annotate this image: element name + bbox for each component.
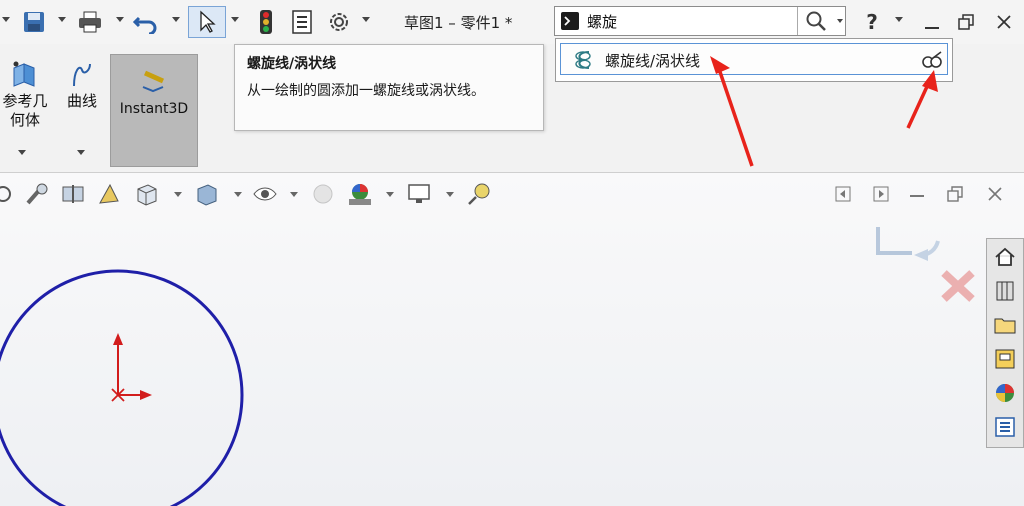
task-pane-tabs [986, 238, 1024, 448]
helix-icon [571, 48, 597, 72]
view-settings-dropdown[interactable] [446, 192, 454, 197]
help-dropdown-arrow[interactable] [895, 17, 903, 22]
instant3d-button[interactable]: Instant3D [110, 54, 198, 167]
reference-geometry-dropdown[interactable] [18, 150, 26, 155]
select-icon[interactable] [188, 6, 226, 38]
options-dropdown-arrow[interactable] [362, 17, 370, 22]
appearances-scenes-icon[interactable] [991, 379, 1019, 407]
next-view-icon[interactable] [872, 185, 890, 203]
file-explorer-folder-icon[interactable] [991, 311, 1019, 339]
help-icon[interactable]: ? [858, 8, 886, 36]
save-icon[interactable] [20, 8, 48, 36]
edit-appearance-icon[interactable] [310, 181, 336, 207]
document-title: 草图1 – 零件1 * [404, 14, 513, 32]
confirmation-corner [876, 227, 975, 302]
chevron-down-icon [836, 19, 843, 23]
instant3d-icon [141, 69, 167, 93]
viewport-restore-icon[interactable] [946, 185, 964, 203]
solidworks-resources-home-icon[interactable] [991, 243, 1019, 271]
apply-scene-dropdown[interactable] [386, 192, 394, 197]
save-dropdown-arrow[interactable] [58, 17, 66, 22]
custom-properties-icon[interactable] [991, 413, 1019, 441]
design-library-icon[interactable] [991, 277, 1019, 305]
instant3d-label: Instant3D [119, 101, 189, 117]
view-settings-monitor-icon[interactable] [406, 181, 432, 207]
viewport-minimize-icon[interactable] [910, 195, 924, 197]
measure-tape-icon[interactable] [466, 181, 492, 207]
print-dropdown-arrow[interactable] [116, 17, 124, 22]
curves-label[interactable]: 曲线 [60, 92, 104, 111]
annotation-arrows [710, 56, 938, 167]
undo-dropdown-arrow[interactable] [172, 17, 180, 22]
print-icon[interactable] [76, 8, 104, 36]
rebuild-icon[interactable] [252, 8, 280, 36]
cancel-sketch-icon[interactable] [941, 270, 975, 302]
curves-icon[interactable] [68, 60, 96, 90]
annotation-arrow-to-result [710, 56, 754, 167]
view-palette-icon[interactable] [991, 345, 1019, 373]
tooltip-description: 从一绘制的圆添加一螺旋线或涡状线。 [247, 83, 485, 99]
helix-tooltip: 螺旋线/涡状线 从一绘制的圆添加一螺旋线或涡状线。 [234, 44, 544, 131]
undo-icon[interactable] [132, 8, 160, 36]
sketch-circle[interactable] [0, 269, 244, 506]
select-dropdown-arrow[interactable] [231, 17, 239, 22]
search-options-dropdown[interactable] [833, 7, 846, 35]
curves-dropdown[interactable] [77, 150, 85, 155]
file-properties-icon[interactable] [288, 8, 316, 36]
search-button[interactable] [797, 7, 834, 35]
options-gear-icon[interactable] [325, 8, 353, 36]
exit-sketch-icon[interactable] [876, 227, 940, 261]
previous-view-icon[interactable] [834, 185, 852, 203]
apply-scene-icon[interactable] [346, 181, 372, 207]
reference-geometry-icon[interactable] [10, 60, 38, 90]
restore-icon[interactable] [952, 8, 980, 36]
command-search-icon [561, 12, 579, 30]
minimize-icon[interactable] [918, 8, 946, 36]
search-result-label: 螺旋线/涡状线 [605, 52, 701, 70]
command-search-box[interactable] [554, 6, 846, 36]
sketch-canvas [0, 269, 244, 506]
graphics-area[interactable] [0, 173, 1024, 506]
viewport-window-controls [830, 183, 1010, 207]
tooltip-title: 螺旋线/涡状线 [247, 56, 337, 72]
magnifier-icon [806, 11, 826, 31]
origin-axes-icon [111, 333, 152, 402]
new-dropdown-arrow[interactable] [2, 17, 10, 22]
search-input[interactable] [587, 11, 787, 31]
annotation-arrow-to-locate [906, 70, 938, 129]
reference-geometry-label[interactable]: 参考几 何体 [0, 92, 50, 130]
viewport-close-icon[interactable] [986, 185, 1004, 203]
close-icon[interactable] [990, 8, 1018, 36]
